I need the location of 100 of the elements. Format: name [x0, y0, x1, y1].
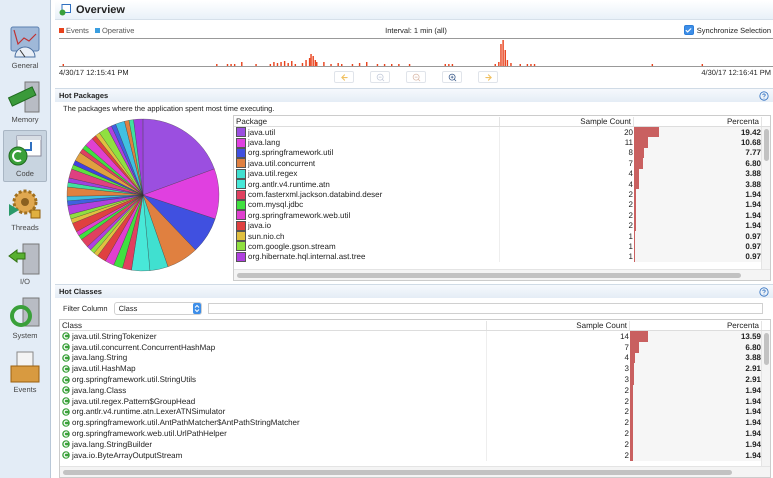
table-cell-text: 2: [624, 440, 630, 449]
table-cell: org.antlr.v4.runtime.atn: [234, 178, 500, 190]
table-cell: 2.91: [745, 364, 761, 374]
table-cell: java.util.regex: [234, 168, 500, 179]
table-cell-text: 2: [624, 407, 630, 416]
table-cell-text: 7: [628, 158, 634, 168]
table-cell: 1.94: [745, 210, 761, 220]
table-cell-text: 8: [628, 148, 634, 158]
class-icon: [62, 451, 70, 460]
table-cell-text: 2: [624, 450, 630, 460]
table-cell: org.springframework.web.util.UrlPathHelper: [60, 428, 487, 439]
table-cell: com.google.gson.stream: [234, 241, 500, 252]
table-cell-text: 3: [624, 364, 630, 374]
table-cell: 1.94: [745, 221, 761, 230]
class-icon: [62, 354, 70, 362]
table-cell: 3.88: [745, 353, 761, 362]
table-cell: 1.94: [745, 440, 761, 449]
column-header[interactable]: Sample Count: [500, 116, 634, 126]
table-cell-text: 2: [624, 429, 630, 438]
table-cell: java.lang.Class: [60, 384, 487, 396]
column-header[interactable]: Package: [234, 116, 500, 126]
table-cell: 3.88: [745, 180, 761, 189]
table-cell: 6.80: [745, 342, 761, 352]
scrollbar[interactable]: [761, 331, 770, 466]
table-cell-text: 1: [628, 232, 634, 241]
table-cell: java.lang.StringBuilder: [60, 438, 487, 450]
zoom-out-icon: [412, 72, 420, 82]
table-cell: 1.94: [745, 450, 761, 460]
zoom-in-icon: [448, 72, 456, 82]
class-icon: [62, 332, 70, 340]
scrollbar[interactable]: [60, 466, 770, 477]
table-cell: com.mysql.jdbc: [234, 200, 500, 210]
scrollbar[interactable]: [234, 269, 770, 280]
table-cell: java.util.regex.Pattern$GroupHead: [60, 396, 487, 407]
table-cell: org.springframework.util: [234, 148, 500, 158]
table-cell-text: 3: [624, 375, 630, 384]
table-cell: 0.97: [745, 232, 761, 241]
table-cell: java.lang.String: [60, 352, 487, 364]
table-cell: java.util.StringTokenizer: [60, 331, 487, 342]
table-cell: 19.42: [740, 128, 761, 137]
table-cell-text: 7: [624, 342, 630, 352]
table-cell-text: 2: [624, 396, 630, 406]
table-cell-text: 11: [624, 138, 634, 148]
class-icon: [62, 343, 70, 352]
help-icon[interactable]: [759, 90, 769, 100]
table-cell: java.util.concurrent.ConcurrentHashMap: [60, 342, 487, 353]
scrollbar[interactable]: [761, 127, 770, 269]
table-cell-text: 4: [624, 353, 630, 362]
zoom-out-button[interactable]: [406, 71, 426, 83]
arrow-right-icon: [484, 72, 492, 82]
table-cell: 1.94: [745, 386, 761, 395]
table-cell-text: 14: [619, 332, 630, 341]
class-icon: [62, 364, 70, 373]
table-cell-text: 4: [628, 169, 634, 178]
table-cell: 13.59: [740, 332, 761, 341]
class-icon: [62, 408, 70, 416]
table-cell: sun.nio.ch: [234, 230, 500, 242]
table-cell: 1.94: [745, 407, 761, 416]
arrow-left-icon: [340, 72, 348, 82]
table-cell-text: 1: [628, 252, 634, 262]
table-cell: 1.94: [745, 200, 761, 210]
zoom-in-button[interactable]: [442, 71, 462, 83]
table-cell-text: 1: [628, 242, 634, 251]
table-cell: 1.94: [745, 429, 761, 438]
table-cell: java.util: [234, 127, 500, 138]
table-cell: java.util.HashMap: [60, 363, 487, 374]
table-cell: org.springframework.util.StringUtils: [60, 374, 487, 385]
table-cell-text: 2: [628, 221, 634, 230]
table-cell-text: 2: [628, 200, 634, 210]
column-header[interactable]: Percenta: [634, 116, 762, 126]
column-header[interactable]: Sample Count: [487, 320, 630, 330]
class-icon: [62, 440, 70, 448]
zoom-out-button[interactable]: [370, 71, 390, 83]
column-header[interactable]: Class: [60, 320, 487, 330]
table-cell: java.lang: [234, 137, 500, 148]
class-icon: [62, 430, 70, 438]
table-cell: 7.77: [745, 148, 761, 158]
table-cell: java.io.ByteArrayOutputStream: [60, 450, 487, 461]
window-title: Overview: [76, 4, 125, 16]
table-cell: java.util.concurrent: [234, 158, 500, 169]
overview-icon: [59, 4, 71, 16]
table-cell: com.fasterxml.jackson.databind.deser: [234, 189, 500, 200]
table-cell-text: 20: [623, 128, 634, 137]
table-cell: 1.94: [745, 418, 761, 428]
help-icon[interactable]: [759, 286, 769, 296]
table-cell: 2.91: [745, 375, 761, 384]
chevron-up-down-icon: [192, 303, 201, 314]
table-cell: java.io: [234, 220, 500, 231]
checkbox[interactable]: [684, 25, 694, 35]
table-cell: 0.97: [745, 242, 761, 251]
column-header[interactable]: Percenta: [630, 320, 762, 330]
table-cell: 10.68: [740, 138, 761, 148]
table-cell: 0.97: [745, 252, 761, 262]
table-cell: org.hibernate.hql.internal.ast.tree: [234, 252, 500, 262]
table-cell: org.antlr.v4.runtime.atn.LexerATNSimulator: [60, 406, 487, 418]
filter-field[interactable]: [208, 303, 763, 314]
back-button[interactable]: [334, 71, 354, 83]
table-cell-text: 2: [628, 190, 634, 200]
forward-button[interactable]: [478, 71, 498, 83]
table-cell: 3.88: [745, 169, 761, 178]
